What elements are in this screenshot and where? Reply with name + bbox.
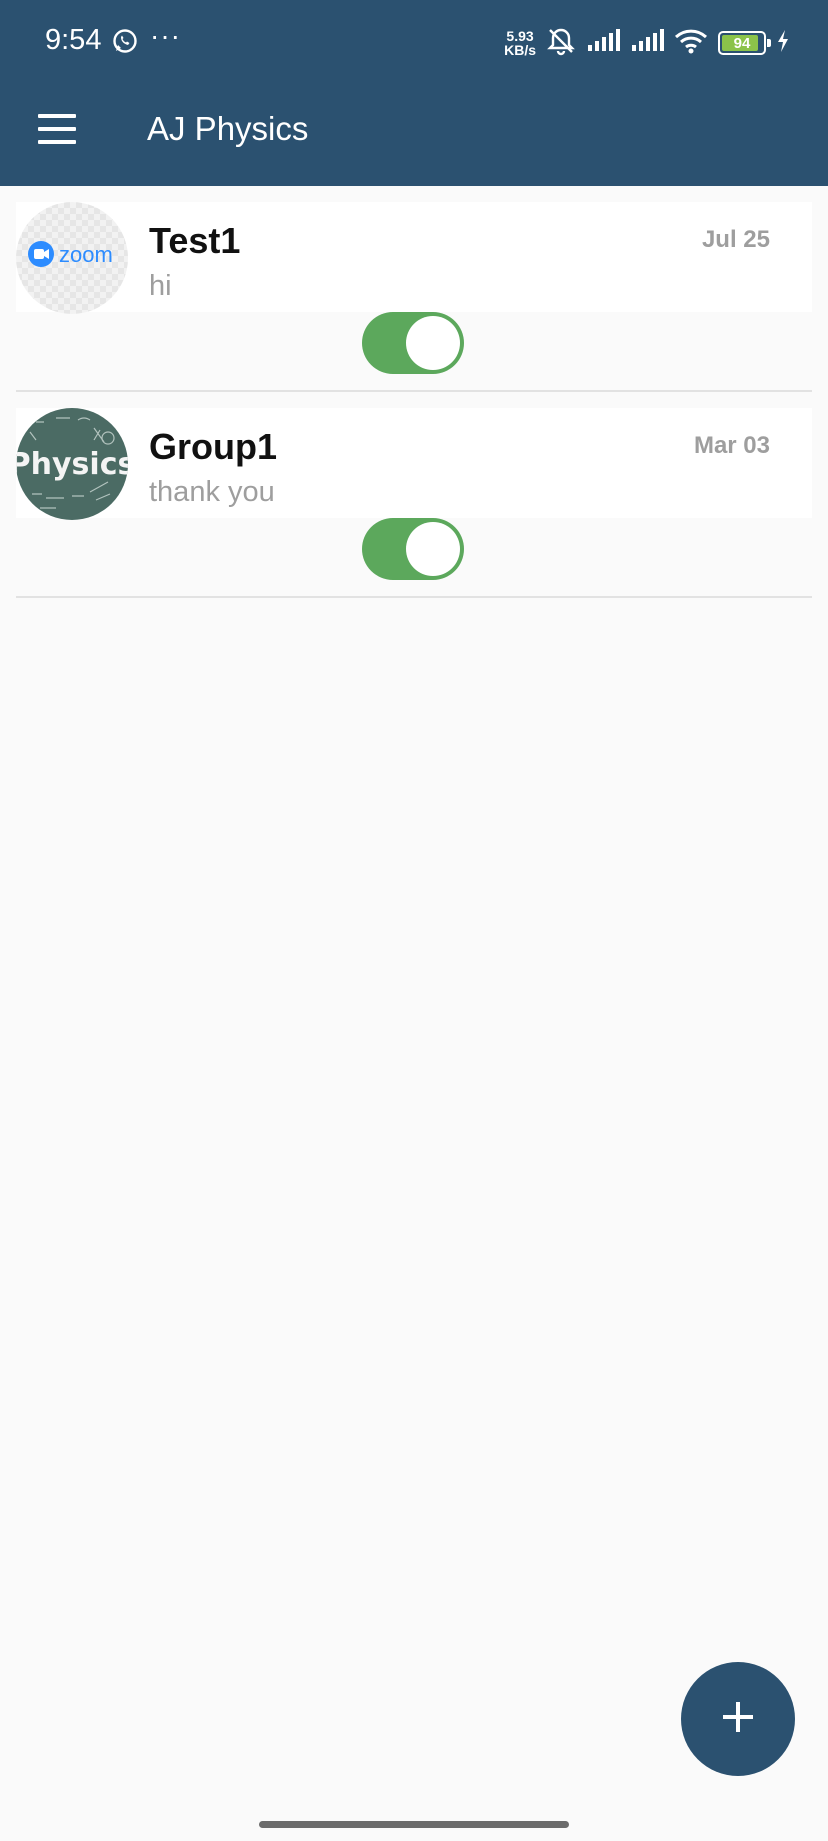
bell-muted-icon xyxy=(546,26,576,61)
chat-last-message: thank you xyxy=(149,476,275,508)
menu-button[interactable] xyxy=(38,114,76,144)
add-button[interactable] xyxy=(681,1662,795,1776)
battery-icon: 94 xyxy=(718,31,771,55)
avatar: zoom xyxy=(16,202,128,314)
chat-toggle[interactable] xyxy=(362,312,464,374)
more-notifications-icon: ··· xyxy=(150,20,181,51)
avatar: Physics xyxy=(16,408,128,520)
physics-logo: Physics xyxy=(16,447,128,482)
chat-item-group1[interactable]: Physics Group1 Mar 03 thank you xyxy=(16,408,812,520)
chat-item-test1[interactable]: zoom Test1 Jul 25 hi xyxy=(16,202,812,314)
signal-icon xyxy=(586,28,620,58)
page-title: AJ Physics xyxy=(147,110,309,147)
toggle-knob xyxy=(406,316,460,370)
plus-icon xyxy=(721,1700,755,1739)
status-time: 9:54 xyxy=(45,24,102,56)
chat-toggle[interactable] xyxy=(362,518,464,580)
hamburger-icon xyxy=(38,114,76,118)
chat-date: Mar 03 xyxy=(693,432,770,459)
wifi-icon xyxy=(674,28,708,59)
toggle-knob xyxy=(406,522,460,576)
network-speed: 5.93 KB/s xyxy=(504,28,536,58)
divider xyxy=(16,596,812,598)
chat-last-message: hi xyxy=(149,270,172,302)
signal-icon xyxy=(630,28,664,58)
chat-name: Group1 xyxy=(149,426,278,467)
charging-icon xyxy=(776,29,790,58)
divider xyxy=(16,390,812,392)
app-bar: 9:54 ··· 5.93 KB/s 94 AJ Physics xyxy=(0,0,828,186)
status-icons: 5.93 KB/s 94 xyxy=(504,26,790,60)
home-indicator[interactable] xyxy=(259,1821,569,1828)
chat-date: Jul 25 xyxy=(701,226,770,253)
zoom-logo: zoom xyxy=(59,242,113,267)
whatsapp-icon xyxy=(112,28,138,59)
chat-name: Test1 xyxy=(149,220,241,261)
